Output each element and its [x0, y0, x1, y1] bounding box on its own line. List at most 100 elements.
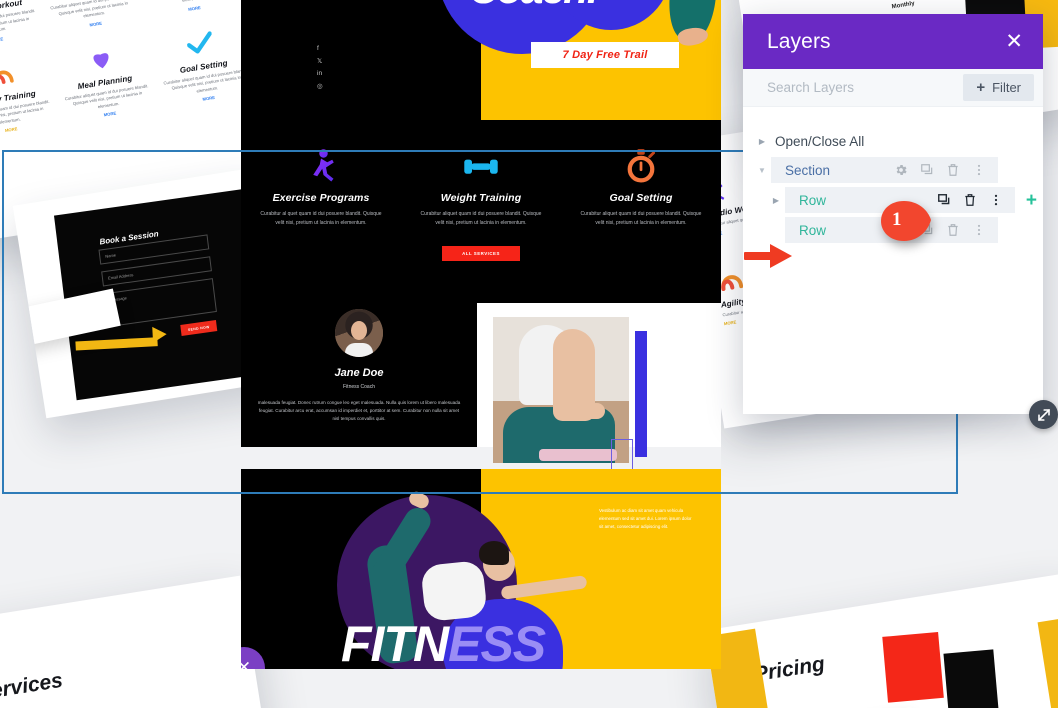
layer-name: Row	[799, 192, 827, 208]
testimonial-section[interactable]: Jane Doe Fitness Coach malesuada feugiat…	[241, 286, 721, 475]
yoga-photo	[493, 316, 629, 463]
annotation-step-marker	[881, 201, 931, 241]
duplicate-icon[interactable]	[937, 193, 951, 207]
search-input[interactable]	[767, 80, 964, 95]
thumbnail-title: Services	[0, 668, 65, 706]
filter-label: Filter	[992, 80, 1021, 95]
decor-red-block	[882, 632, 944, 703]
free-trial-label: 7 Day Free Trail	[562, 49, 648, 61]
plus-icon: +	[976, 79, 986, 96]
filter-button[interactable]: + Filter	[963, 74, 1034, 101]
thumbnail-services-bottom-left[interactable]: Services	[0, 575, 276, 708]
annotation-step-number: 1	[892, 209, 902, 230]
decor-blue-bar	[635, 330, 647, 457]
runner-icon	[251, 148, 391, 184]
feature-card: Agility Training Curabitur aliquet quam …	[0, 48, 59, 143]
fitness-hero-section[interactable]: Vestibulum ac diam sit amet quam vehicul…	[241, 468, 721, 669]
service-title: Goal Setting	[609, 192, 673, 204]
services-section[interactable]: Exercise Programs Curabitur al quet quam…	[241, 120, 721, 287]
chevron-right-icon[interactable]: ▶	[753, 137, 771, 146]
gear-icon[interactable]	[894, 163, 908, 177]
layer-name: Row	[799, 222, 827, 238]
page-preview[interactable]: Coach. f 𝕏 in ◎ 7 Day Free Trail Exercis…	[241, 0, 721, 669]
social-links[interactable]: f 𝕏 in ◎	[317, 45, 323, 91]
service-title: Exercise Programs	[272, 192, 370, 204]
more-options-icon[interactable]	[972, 223, 986, 237]
layer-row-section[interactable]: ▼ Section	[743, 157, 1043, 183]
layer-pill[interactable]: Section	[771, 157, 998, 183]
open-close-all-label: Open/Close All	[775, 133, 865, 149]
service-body: Curabitur al quet quam id dui posuere bl…	[260, 211, 382, 226]
hero-headline: Coach.	[469, 0, 598, 13]
submit-label: SEND NOW	[187, 324, 210, 332]
more-options-icon[interactable]	[972, 163, 986, 177]
resize-diagonal-icon[interactable]	[1029, 400, 1058, 429]
feature-link[interactable]: MORE	[0, 30, 42, 49]
open-close-all-row[interactable]: ▶ Open/Close All	[743, 129, 1043, 153]
close-icon[interactable]: ✕	[1005, 31, 1023, 52]
linkedin-icon[interactable]: in	[317, 70, 323, 78]
model-foot	[407, 489, 431, 510]
panel-title: Layers	[767, 29, 831, 53]
layer-actions[interactable]	[894, 163, 998, 177]
services-row: Exercise Programs Curabitur al quet quam…	[241, 148, 721, 228]
decor-yellow-arrowhead	[152, 326, 168, 343]
editor-canvas: Cardio Workout Curabitur aliquet quam id…	[0, 0, 1058, 708]
testimonial-role: Fitness Coach	[343, 383, 375, 390]
avatar-face	[351, 320, 367, 340]
chevron-right-icon[interactable]: ▶	[767, 196, 785, 205]
stopwatch-icon	[571, 148, 711, 184]
trash-icon[interactable]	[963, 193, 977, 207]
layers-search-bar[interactable]: + Filter	[743, 69, 1043, 107]
layer-name: Section	[785, 162, 831, 178]
more-options-icon[interactable]	[989, 193, 1003, 207]
booking-submit-button[interactable]: SEND NOW	[180, 320, 218, 336]
trash-icon[interactable]	[946, 163, 960, 177]
service-title: Weight Training	[440, 192, 522, 204]
facebook-icon[interactable]: f	[317, 45, 323, 53]
testimonial-image-block	[477, 302, 721, 475]
all-services-button[interactable]: ALL SERVICES	[442, 245, 520, 261]
avatar-body	[345, 342, 373, 357]
decor-black-block	[943, 649, 999, 708]
free-trial-button[interactable]: 7 Day Free Trail	[531, 42, 679, 68]
twitter-icon[interactable]: 𝕏	[317, 58, 323, 66]
testimonial-quote: malesuada feugiat. Donec rutrum congue l…	[257, 399, 461, 422]
duplicate-icon[interactable]	[920, 163, 934, 177]
feature-card: Cardio Workout Curabitur aliquet quam id…	[0, 0, 44, 53]
testimonial-name: Jane Doe	[334, 366, 384, 379]
section-gap	[241, 446, 721, 469]
dumbbell-icon	[411, 148, 551, 184]
instagram-icon[interactable]: ◎	[317, 83, 323, 91]
model-arm	[500, 574, 588, 600]
page-close-button[interactable]: ✕	[241, 646, 265, 669]
layers-panel-header: Layers ✕	[743, 14, 1043, 69]
feature-grid: Cardio Workout Curabitur aliquet quam id…	[0, 0, 256, 143]
thumbnail-pricing-bottom-right[interactable]: Pricing Basic	[704, 572, 1058, 708]
hero2-headline-part-b: ESS	[448, 615, 546, 669]
model-hair	[479, 540, 509, 565]
hero-section[interactable]: Coach. f 𝕏 in ◎ 7 Day Free Trail	[241, 0, 721, 120]
service-card[interactable]: Weight Training Curabitur aliquet quam i…	[411, 148, 551, 228]
add-layer-button[interactable]: +	[1026, 191, 1037, 210]
service-body: Curabitur aliquet quam id dui posuere bl…	[580, 211, 702, 226]
service-card[interactable]: Goal Setting Curabitur aliquet quam id d…	[571, 148, 711, 228]
layer-actions[interactable]	[937, 193, 1015, 207]
photo-hand	[579, 402, 605, 419]
hero2-headline: FITNESS	[341, 615, 546, 669]
chevron-down-icon[interactable]: ▼	[753, 166, 771, 175]
trash-icon[interactable]	[946, 223, 960, 237]
price-period: Monthly	[891, 0, 916, 11]
feature-card: Goal Setting Curabitur aliquet quam id d…	[136, 0, 242, 22]
annotation-arrow	[744, 244, 792, 268]
service-card[interactable]: Exercise Programs Curabitur al quet quam…	[251, 148, 391, 228]
avatar	[335, 308, 383, 357]
hero2-paragraph: Vestibulum ac diam sit amet quam vehicul…	[599, 507, 692, 530]
decor-yellow-right	[1037, 611, 1058, 708]
photo-mat	[539, 448, 617, 461]
booking-field-message[interactable]: Message	[103, 278, 217, 328]
model-torso	[420, 559, 488, 622]
all-services-label: ALL SERVICES	[462, 250, 500, 256]
feature-card: Weight Training Curabitur aliquet quam i…	[37, 0, 143, 37]
feature-card: Meal Planning Curabitur aliquet quam id …	[52, 33, 158, 128]
